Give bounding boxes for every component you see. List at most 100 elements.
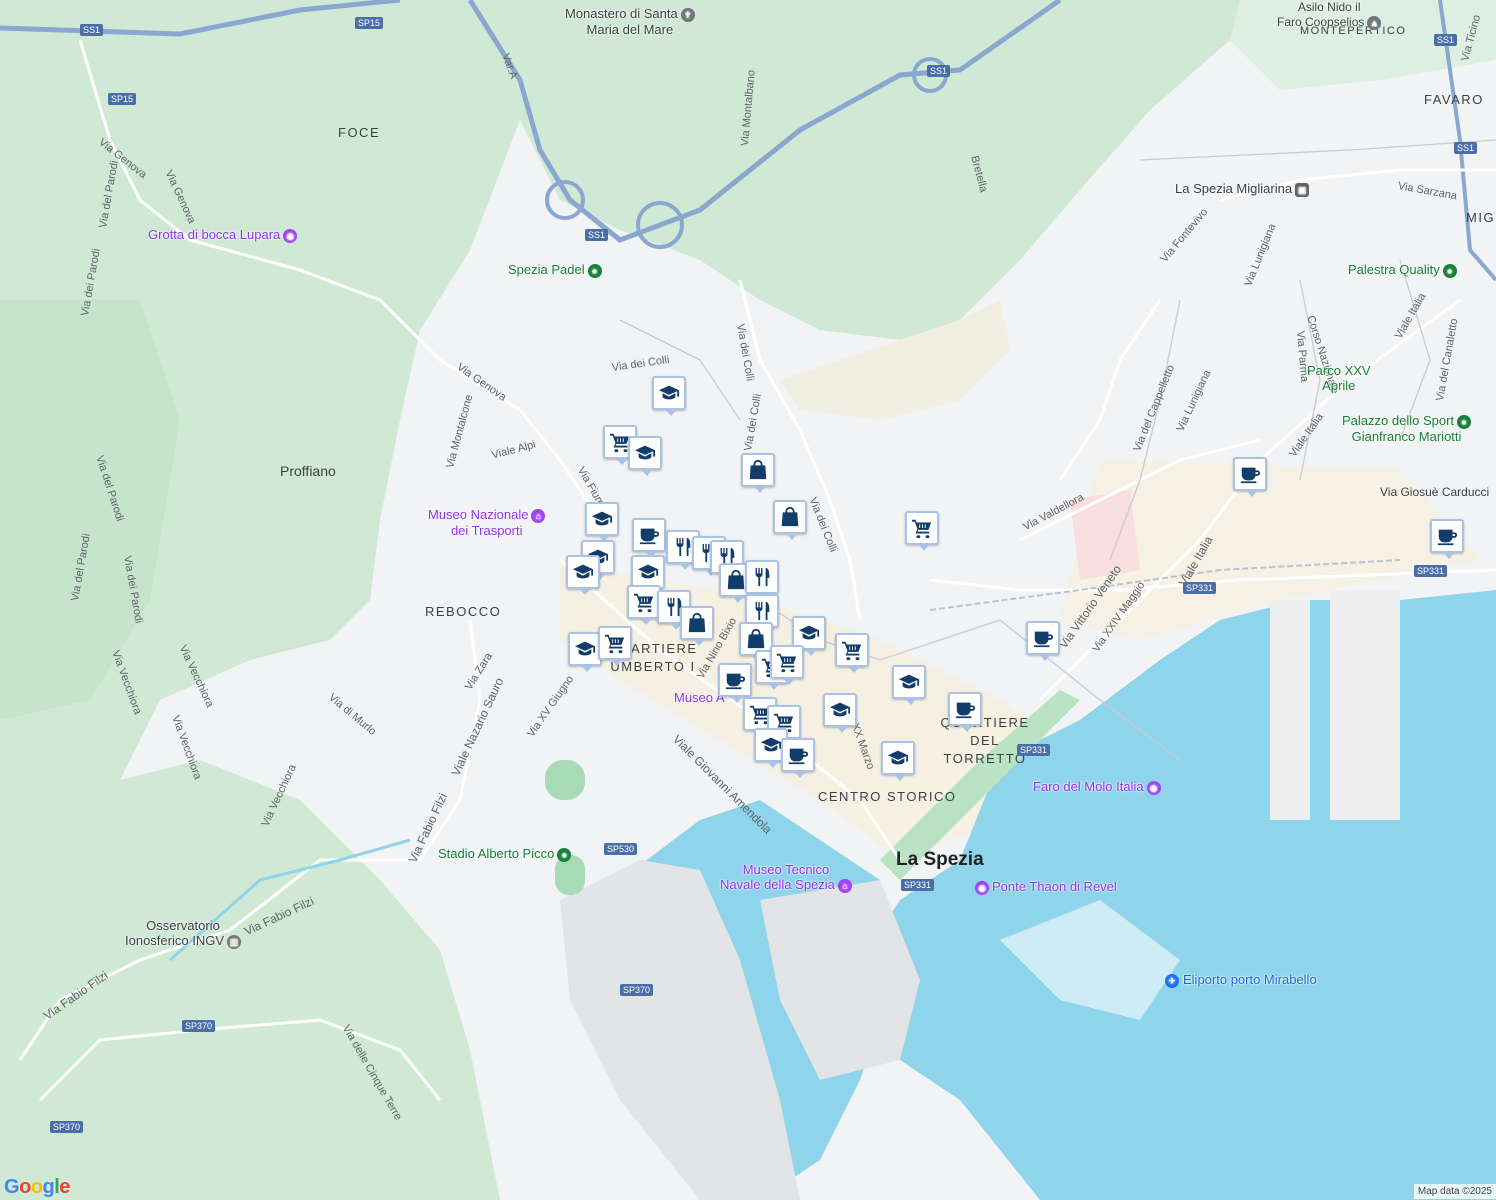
map-marker-school[interactable] [652, 376, 686, 416]
fork-icon [672, 536, 694, 558]
poi-ponte[interactable]: ◉ Ponte Thaon di Revel [975, 879, 1117, 895]
poi-asilo[interactable]: Asilo Nido il Faro Coopselios ▲ [1277, 0, 1382, 30]
bag-icon [686, 612, 708, 634]
school-icon [898, 671, 920, 693]
airport-icon: ✈ [1165, 973, 1179, 988]
museum-icon: ⌂ [531, 508, 546, 523]
poi-museo-trasporti[interactable]: Museo Nazionale ⌂ dei Trasporti [428, 507, 546, 538]
poi-palazzo-line1: Palazzo dello Sport [1342, 413, 1455, 428]
cup-icon [1239, 463, 1261, 485]
poi-eliporto-label: Eliporto porto Mirabello [1183, 972, 1317, 987]
poi-monastero-line1: Monastero di Santa [565, 6, 678, 21]
poi-museo-navale-line1: Museo Tecnico [742, 862, 830, 877]
map-marker-school[interactable] [585, 502, 619, 542]
institution-icon: ▥ [227, 934, 241, 949]
map-marker-bag[interactable] [741, 453, 775, 493]
poi-asilo-line1: Asilo Nido il [1297, 0, 1361, 14]
cart-icon [604, 632, 626, 654]
poi-museo-trasporti-line1: Museo Nazionale [428, 507, 529, 522]
map-marker-school[interactable] [631, 555, 665, 595]
map-marker-cup[interactable] [1026, 621, 1060, 661]
poi-palazzo[interactable]: Palazzo dello Sport ● Gianfranco Mariotti [1342, 413, 1472, 444]
school-icon [574, 638, 596, 660]
bag-icon [725, 569, 747, 591]
poi-stadio[interactable]: Stadio Alberto Picco ● [438, 846, 572, 862]
map-marker-cup[interactable] [781, 738, 815, 778]
bag-icon [745, 628, 767, 650]
city-label-la-spezia: La Spezia [896, 849, 984, 870]
map-marker-school[interactable] [892, 665, 926, 705]
cup-icon [638, 524, 660, 546]
poi-parco-line1: Parco XXV [1307, 363, 1371, 378]
poi-stadio-label: Stadio Alberto Picco [438, 846, 555, 861]
poi-osservatorio[interactable]: Osservatorio Ionosferico INGV ▥ [125, 918, 241, 949]
poi-eliporto[interactable]: ✈ Eliporto porto Mirabello [1165, 972, 1317, 988]
poi-osservatorio-line2: Ionosferico INGV [125, 933, 224, 948]
map-marker-cart[interactable] [835, 633, 869, 673]
poi-padel-label: Spezia Padel [508, 262, 585, 277]
school-icon [887, 747, 909, 769]
route-shield: SP370 [50, 1121, 84, 1133]
area-label-favaro: FAVARO [1424, 92, 1484, 107]
map-marker-cart[interactable] [770, 645, 804, 685]
poi-grotta-label: Grotta di bocca Lupara [148, 227, 281, 242]
map-marker-cup[interactable] [1430, 519, 1464, 559]
route-shield: SP331 [1017, 744, 1051, 756]
map-marker-fork[interactable] [745, 560, 779, 600]
area-label-quartiere-torretto: QUARTIERE DEL TORRETTO [940, 715, 1030, 766]
cart-icon [776, 651, 798, 673]
monastery-icon: ✝ [680, 7, 695, 22]
gym-icon: ● [1442, 263, 1457, 278]
poi-faro[interactable]: Faro del Molo Italia ◉ [1033, 779, 1161, 795]
cart-icon [911, 517, 933, 539]
map-marker-bag[interactable] [773, 500, 807, 540]
school-icon [634, 442, 656, 464]
poi-asilo-line2: Faro Coopselios [1277, 15, 1365, 29]
sport-icon: ● [587, 263, 602, 278]
poi-migliarina[interactable]: La Spezia Migliarina ▣ [1175, 181, 1310, 197]
poi-parco[interactable]: Parco XXV Aprile [1307, 363, 1371, 393]
map-marker-cup[interactable] [632, 518, 666, 558]
school-poi-icon: ▲ [1367, 15, 1382, 30]
street-label: Via Giosuè Carducci [1380, 485, 1490, 499]
area-label-mig: MIG [1466, 210, 1496, 225]
poi-migliarina-label: La Spezia Migliarina [1175, 181, 1293, 196]
route-shield: SP331 [1414, 565, 1448, 577]
map-marker-cart[interactable] [598, 626, 632, 666]
map-marker-cup[interactable] [718, 663, 752, 703]
route-shield: SP331 [901, 879, 935, 891]
cup-icon [954, 698, 976, 720]
map-marker-cart[interactable] [627, 585, 661, 625]
map-attribution: Map data ©2025 [1413, 1184, 1496, 1199]
poi-grotta[interactable]: Grotta di bocca Lupara ◉ [148, 227, 298, 243]
map-marker-school[interactable] [566, 555, 600, 595]
poi-museo-trasporti-line2: dei Trasporti [450, 522, 523, 538]
town-label-proffiano: Proffiano [280, 463, 336, 479]
map-marker-cup[interactable] [1233, 457, 1267, 497]
map-marker-bag[interactable] [680, 606, 714, 646]
map-marker-school[interactable] [823, 693, 857, 733]
route-shield: SP530 [604, 843, 638, 855]
route-shield: SS1 [927, 65, 951, 77]
school-icon [798, 622, 820, 644]
map-marker-cart[interactable] [905, 511, 939, 551]
route-shield: SP370 [620, 984, 654, 996]
poi-museo-navale[interactable]: Museo Tecnico Navale della Spezia ⌂ [720, 862, 852, 893]
cup-icon [787, 744, 809, 766]
poi-monastero[interactable]: Monastero di Santa ✝ Maria del Mare [565, 6, 695, 37]
cup-icon [724, 669, 746, 691]
map-marker-school[interactable] [628, 436, 662, 476]
poi-palestra[interactable]: Palestra Quality ● [1348, 262, 1457, 278]
poi-museo-a[interactable]: Museo A [674, 690, 725, 705]
train-station-icon: ▣ [1295, 182, 1310, 197]
google-logo: Google [4, 1176, 70, 1198]
cup-icon [1436, 525, 1458, 547]
camera-icon: ◉ [1146, 780, 1161, 795]
map-marker-cup[interactable] [948, 692, 982, 732]
map-marker-school[interactable] [881, 741, 915, 781]
map-marker-school[interactable] [568, 632, 602, 672]
poi-padel[interactable]: Spezia Padel ● [508, 262, 602, 278]
route-shield: SS1 [80, 24, 104, 36]
route-shield: SS1 [1434, 34, 1458, 46]
school-icon [760, 734, 782, 756]
